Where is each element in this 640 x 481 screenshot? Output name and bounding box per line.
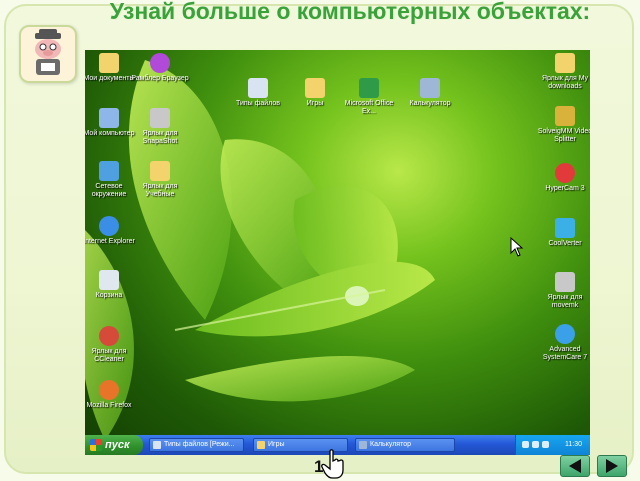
- coolverter-icon: [555, 218, 575, 238]
- folder-icon: [257, 441, 265, 449]
- video-splitter-icon: [555, 106, 575, 126]
- desktop-icon-internet-explorer[interactable]: Internet Explorer: [85, 216, 139, 246]
- tray-icon-2[interactable]: [532, 441, 539, 448]
- desktop-icon-systemcare[interactable]: Advanced SystemCare 7: [535, 324, 590, 362]
- taskbar-item-calculator[interactable]: Калькулятор: [355, 438, 455, 452]
- icon-label: Microsoft Office Ex...: [344, 100, 394, 115]
- desktop-icon-recycle-bin[interactable]: Корзина: [85, 270, 139, 300]
- icon-label: Игры: [306, 100, 324, 107]
- prev-slide-button[interactable]: [560, 455, 590, 477]
- desktop-icon-movemk[interactable]: Ярлык для movemk: [535, 272, 590, 310]
- clock[interactable]: 11:30: [565, 441, 582, 448]
- recycle-bin-icon: [99, 270, 119, 290]
- desktop-icon-file-types[interactable]: Типы файлов: [228, 78, 288, 108]
- arrow-right-icon: [606, 459, 618, 473]
- desktop-icon-firefox[interactable]: Mozilla Firefox: [85, 380, 139, 410]
- movemk-icon: [555, 272, 575, 292]
- desktop-icon-calculator[interactable]: Калькулятор: [400, 78, 460, 108]
- folder-icon: [150, 161, 170, 181]
- hand-pointer-icon[interactable]: [321, 449, 347, 479]
- next-slide-button[interactable]: [597, 455, 627, 477]
- desktop-icon-ccleaner[interactable]: Ярлык для CCleaner: [85, 326, 139, 364]
- desktop-icon-video-splitter[interactable]: SolveigMM Video Splitter: [535, 106, 590, 144]
- arrow-left-icon: [569, 459, 581, 473]
- start-label: пуск: [105, 439, 130, 451]
- icon-label: Рамблер Браузер: [131, 75, 189, 82]
- document-icon: [153, 441, 161, 449]
- system-tray: 11:30: [515, 435, 590, 455]
- systemcare-icon: [555, 324, 575, 344]
- icon-label: Mozilla Firefox: [86, 402, 132, 409]
- icon-label: Калькулятор: [409, 100, 451, 107]
- folder-icon: [305, 78, 325, 98]
- desktop-icon-snapashot[interactable]: Ярлык для SnapaShot: [130, 108, 190, 146]
- tray-icon-1[interactable]: [522, 441, 529, 448]
- network-icon: [99, 161, 119, 181]
- windows-logo-icon: [90, 439, 102, 451]
- ccleaner-icon: [99, 326, 119, 346]
- task-label: Игры: [268, 441, 285, 448]
- icon-label: Advanced SystemCare 7: [542, 346, 588, 361]
- desktop-icon-hypercam[interactable]: HyperCam 3: [535, 163, 590, 193]
- mascot-icon: [35, 29, 61, 75]
- desktop-icon-games[interactable]: Игры: [285, 78, 345, 108]
- folder-icon: [555, 53, 575, 73]
- mascot-badge: [19, 25, 77, 83]
- mouse-cursor-icon: [510, 237, 524, 257]
- task-label: Калькулятор: [370, 441, 411, 448]
- icon-label: Типы файлов: [236, 100, 280, 107]
- camera-icon: [150, 108, 170, 128]
- desktop-icon-educational[interactable]: Ярлык для Учебные: [130, 161, 190, 199]
- icon-label: HyperCam 3: [545, 185, 585, 192]
- desktop-icon-coolverter[interactable]: CoolVerter: [535, 218, 590, 248]
- task-label: Типы файлов [Режи...: [164, 441, 235, 448]
- computer-icon: [99, 108, 119, 128]
- volume-icon[interactable]: [542, 441, 549, 448]
- taskbar-item-file-types[interactable]: Типы файлов [Режи...: [149, 438, 244, 452]
- icon-label: Ярлык для My downloads: [541, 75, 589, 90]
- desktop-icon-my-downloads[interactable]: Ярлык для My downloads: [535, 53, 590, 91]
- firefox-icon: [99, 380, 119, 400]
- icon-label: Internet Explorer: [85, 238, 135, 245]
- icon-label: Ярлык для movemk: [547, 294, 583, 309]
- icon-label: SolveigMM Video Splitter: [537, 128, 590, 143]
- folder-icon: [99, 53, 119, 73]
- icon-label: Ярлык для SnapaShot: [142, 130, 178, 145]
- icon-label: Ярлык для CCleaner: [91, 348, 127, 363]
- document-icon: [248, 78, 268, 98]
- calculator-icon: [359, 441, 367, 449]
- hypercam-icon: [555, 163, 575, 183]
- browser-icon: [150, 53, 170, 73]
- icon-label: CoolVerter: [548, 240, 582, 247]
- ie-icon: [99, 216, 119, 236]
- start-button[interactable]: пуск: [85, 435, 143, 455]
- calculator-icon: [420, 78, 440, 98]
- excel-icon: [359, 78, 379, 98]
- desktop-icon-rambler-browser[interactable]: Рамблер Браузер: [130, 53, 190, 83]
- desktop-icon-excel[interactable]: Microsoft Office Ex...: [339, 78, 399, 116]
- slide-title: Узнай больше о компьютерных объектах:: [109, 0, 591, 24]
- icon-label: Корзина: [95, 292, 123, 299]
- desktop-screenshot: Мои документы Рамблер Браузер Мой компью…: [85, 50, 590, 455]
- icon-label: Ярлык для Учебные: [142, 183, 178, 198]
